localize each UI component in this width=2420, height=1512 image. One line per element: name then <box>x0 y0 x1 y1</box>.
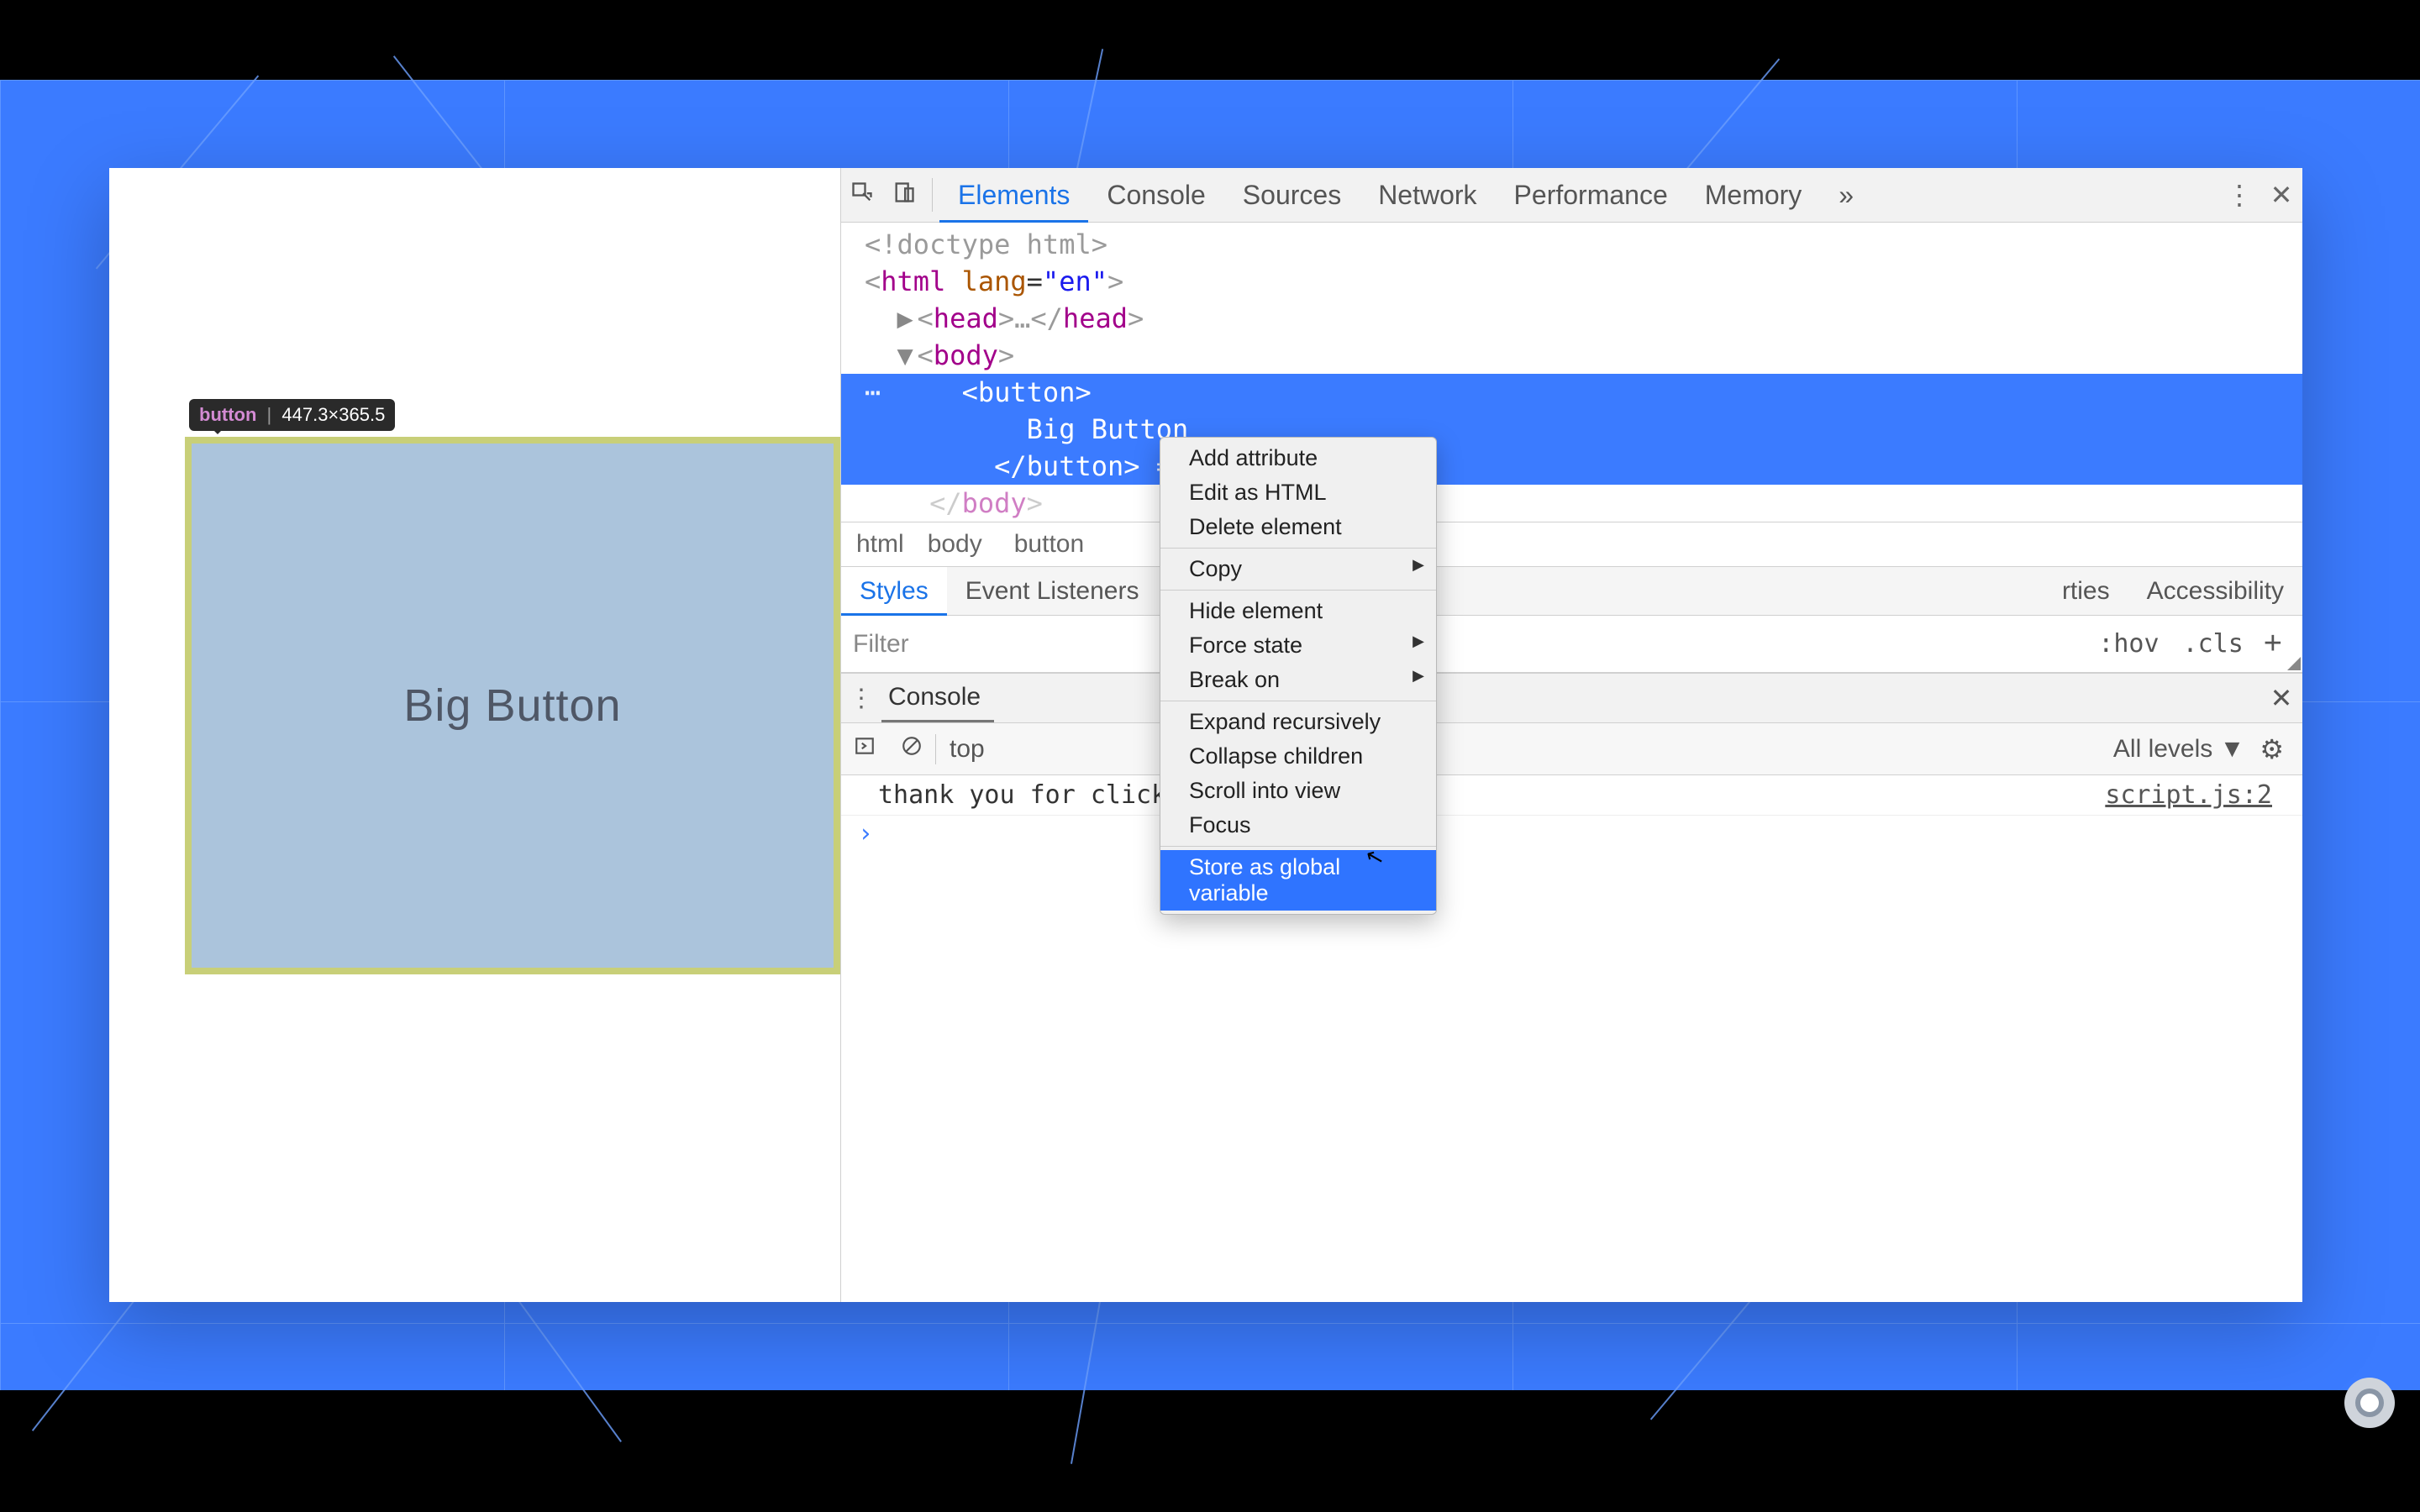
console-toolbar: top All levels ▼ ⚙ <box>841 723 2302 775</box>
menu-copy[interactable]: Copy <box>1160 552 1436 586</box>
tooltip-dimensions: 447.3×365.5 <box>281 404 385 425</box>
styles-filter-row: Filter :hov .cls + <box>841 616 2302 673</box>
menu-expand-recursively[interactable]: Expand recursively <box>1160 705 1436 739</box>
chrome-logo-icon <box>2344 1378 2395 1428</box>
kebab-menu-icon[interactable]: ⋮ <box>2218 179 2260 211</box>
menu-edit-as-html[interactable]: Edit as HTML <box>1160 475 1436 510</box>
menu-break-on[interactable]: Break on <box>1160 663 1436 697</box>
tab-sources[interactable]: Sources <box>1224 168 1360 223</box>
console-log-source[interactable]: script.js:2 <box>2105 780 2286 810</box>
tab-accessibility[interactable]: Accessibility <box>2128 567 2302 616</box>
dom-doctype[interactable]: <!doctype html> <box>865 226 2302 263</box>
dom-button-open[interactable]: ⋯ <button> <box>841 374 2302 411</box>
filter-input[interactable]: Filter <box>853 630 2086 659</box>
breadcrumb: html body button <box>841 522 2302 567</box>
console-log-line[interactable]: thank you for click script.js:2 <box>841 775 2302 816</box>
new-style-rule-icon[interactable]: + <box>2255 626 2291 662</box>
console-prompt-icon[interactable]: › <box>841 816 2302 852</box>
element-dimensions-tooltip: button | 447.3×365.5 <box>189 399 395 431</box>
big-button[interactable]: Big Button <box>185 437 840 974</box>
menu-hide-element[interactable]: Hide element <box>1160 594 1436 628</box>
menu-scroll-into-view[interactable]: Scroll into view <box>1160 774 1436 808</box>
dom-html-open[interactable]: <html lang="en"> <box>865 263 2302 300</box>
blueprint-background: button | 447.3×365.5 Big Button Elements… <box>0 80 2420 1390</box>
dom-button-close[interactable]: </button> == $0 <box>841 448 2302 485</box>
close-drawer-icon[interactable]: ✕ <box>2260 682 2302 714</box>
cls-toggle[interactable]: .cls <box>2171 629 2255 659</box>
resize-corner-icon[interactable] <box>2287 657 2301 670</box>
menu-focus[interactable]: Focus <box>1160 808 1436 843</box>
execution-context-select[interactable]: top <box>936 735 998 764</box>
console-settings-icon[interactable]: ⚙ <box>2253 733 2291 765</box>
console-drawer-header: ⋮ Console ✕ <box>841 673 2302 723</box>
devtools-panel: Elements Console Sources Network Perform… <box>840 168 2302 1302</box>
page-viewport: button | 447.3×365.5 Big Button <box>109 168 840 1302</box>
show-console-sidebar-icon[interactable] <box>841 735 888 764</box>
dom-body-open[interactable]: ▼<body> <box>865 337 2302 374</box>
dom-head[interactable]: ▶<head>…</head> <box>865 300 2302 337</box>
close-devtools-icon[interactable]: ✕ <box>2260 179 2302 211</box>
menu-add-attribute[interactable]: Add attribute <box>1160 441 1436 475</box>
clear-console-icon[interactable] <box>888 735 935 764</box>
details-tabs: Styles Event Listeners DOM rties Accessi… <box>841 567 2302 616</box>
crumb-body[interactable]: body <box>928 530 982 559</box>
tab-performance[interactable]: Performance <box>1496 168 1686 223</box>
hov-toggle[interactable]: :hov <box>2086 629 2170 659</box>
dom-button-text[interactable]: Big Button <box>841 411 2302 448</box>
tabs-overflow-icon[interactable]: » <box>1820 168 1872 223</box>
tab-memory[interactable]: Memory <box>1686 168 1821 223</box>
console-body[interactable]: thank you for click script.js:2 › <box>841 775 2302 1302</box>
menu-store-as-global[interactable]: Store as global variable <box>1160 850 1436 911</box>
tab-elements[interactable]: Elements <box>939 168 1088 223</box>
log-levels-select[interactable]: All levels ▼ <box>2105 735 2253 764</box>
menu-delete-element[interactable]: Delete element <box>1160 510 1436 544</box>
big-button-label: Big Button <box>403 680 621 732</box>
tooltip-tag: button <box>199 404 256 425</box>
crumb-html[interactable]: html <box>856 530 904 559</box>
devtools-toolbar: Elements Console Sources Network Perform… <box>841 168 2302 223</box>
tab-network[interactable]: Network <box>1360 168 1495 223</box>
drawer-menu-icon[interactable]: ⋮ <box>841 684 881 713</box>
context-menu: Add attribute Edit as HTML Delete elemen… <box>1160 437 1437 915</box>
menu-force-state[interactable]: Force state <box>1160 628 1436 663</box>
crumb-button[interactable]: button <box>1006 528 1092 560</box>
tab-properties[interactable]: rties <box>2044 567 2128 616</box>
inspect-icon[interactable] <box>841 180 883 211</box>
console-log-message: thank you for click <box>858 780 2105 810</box>
tab-event-listeners[interactable]: Event Listeners <box>947 567 1158 616</box>
dom-tree[interactable]: <!doctype html> <html lang="en"> ▶<head>… <box>841 223 2302 522</box>
menu-collapse-children[interactable]: Collapse children <box>1160 739 1436 774</box>
device-toggle-icon[interactable] <box>883 180 925 211</box>
dom-body-close[interactable]: </body> <box>865 485 2302 522</box>
console-drawer-title[interactable]: Console <box>881 674 994 722</box>
tab-console[interactable]: Console <box>1088 168 1223 223</box>
tab-styles[interactable]: Styles <box>841 567 947 616</box>
